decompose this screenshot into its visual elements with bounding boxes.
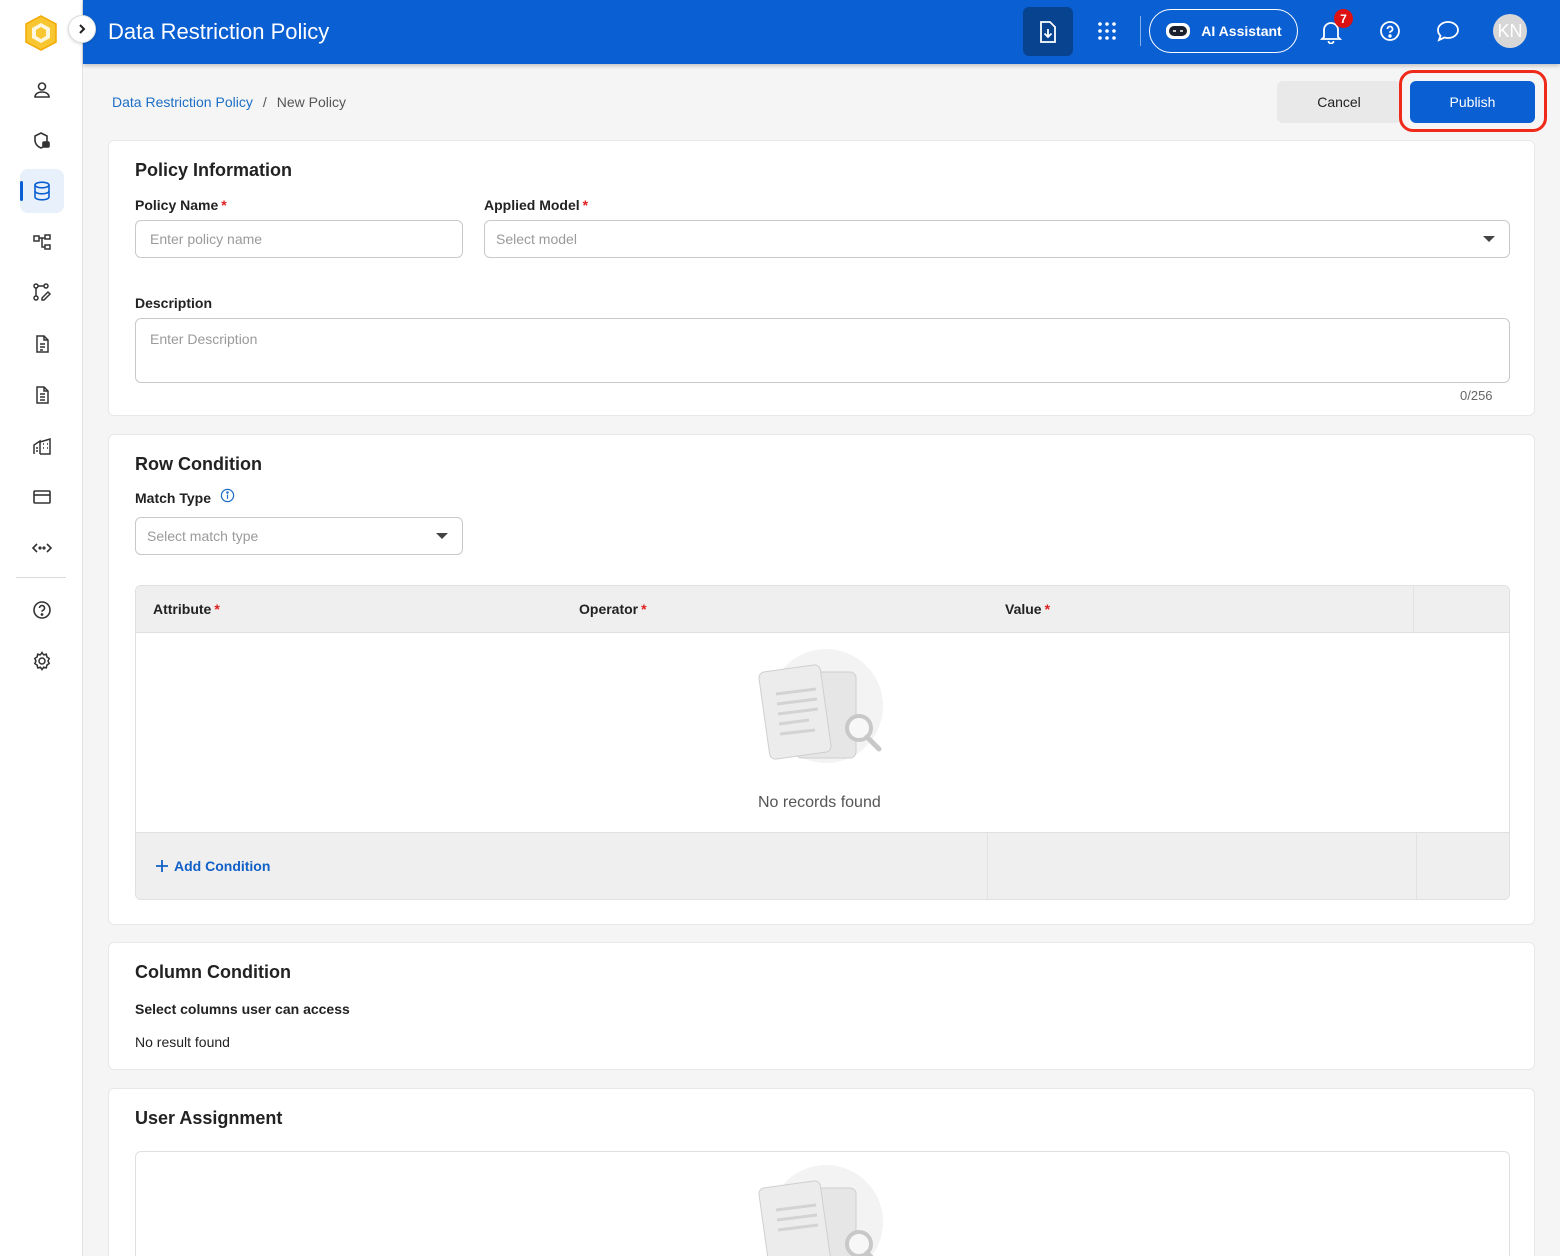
empty-state-text: No records found bbox=[758, 794, 881, 811]
required-mark: * bbox=[221, 197, 227, 213]
grid-dots-icon bbox=[1098, 22, 1116, 40]
row-condition-card: Row Condition Match Type Select match ty… bbox=[108, 434, 1535, 925]
footer-divider bbox=[987, 833, 988, 899]
column-condition-card: Column Condition Select columns user can… bbox=[108, 942, 1535, 1070]
info-icon[interactable] bbox=[220, 488, 235, 503]
dropdown-caret-icon bbox=[1483, 236, 1495, 242]
add-condition-button[interactable]: Add Condition bbox=[156, 858, 270, 874]
notification-badge: 7 bbox=[1334, 9, 1353, 28]
match-type-placeholder: Select match type bbox=[147, 528, 259, 544]
shield-lock-icon bbox=[34, 132, 50, 149]
chat-button[interactable] bbox=[1431, 14, 1465, 48]
help-icon bbox=[33, 601, 51, 619]
empty-state-illustration-icon bbox=[758, 1165, 883, 1256]
breadcrumb-current: New Policy bbox=[276, 94, 346, 110]
sidebar bbox=[0, 0, 83, 1256]
sidebar-item-documents[interactable] bbox=[20, 322, 64, 366]
description-char-counter: 0/256 bbox=[1460, 388, 1493, 403]
settings-icon bbox=[33, 651, 51, 671]
match-type-label: Match Type bbox=[135, 490, 211, 506]
cancel-button[interactable]: Cancel bbox=[1277, 81, 1401, 123]
sidebar-item-data[interactable] bbox=[20, 169, 64, 213]
hierarchy-icon bbox=[33, 234, 51, 250]
applied-model-placeholder: Select model bbox=[496, 231, 577, 247]
policy-name-input[interactable]: Enter policy name bbox=[135, 220, 463, 258]
sidebar-item-billing[interactable] bbox=[20, 475, 64, 519]
column-header-attribute: Attribute * bbox=[153, 601, 220, 617]
policy-name-label: Policy Name * bbox=[135, 197, 227, 213]
applied-model-label: Applied Model * bbox=[484, 197, 589, 213]
file-download-icon bbox=[1040, 20, 1056, 43]
document-list-icon bbox=[36, 386, 49, 404]
breadcrumb-separator: / bbox=[262, 94, 267, 110]
sidebar-item-reports[interactable] bbox=[20, 373, 64, 417]
sidebar-item-organizations[interactable] bbox=[20, 424, 64, 468]
ai-assistant-button[interactable]: AI Assistant bbox=[1149, 9, 1298, 53]
help-button[interactable] bbox=[1373, 14, 1407, 48]
card-icon bbox=[33, 490, 51, 504]
help-circle-icon bbox=[1380, 21, 1400, 41]
chevron-right-icon bbox=[79, 24, 86, 34]
sidebar-item-security[interactable] bbox=[20, 119, 64, 163]
plus-icon bbox=[156, 860, 168, 872]
match-type-select[interactable]: Select match type bbox=[135, 517, 463, 555]
app-logo-icon[interactable] bbox=[24, 14, 58, 52]
user-avatar[interactable]: KN bbox=[1493, 14, 1527, 48]
sidebar-item-api[interactable] bbox=[20, 526, 64, 570]
header-divider bbox=[1413, 586, 1414, 633]
policy-information-card: Policy Information Policy Name * Enter po… bbox=[108, 140, 1535, 416]
sidebar-item-help[interactable] bbox=[20, 588, 64, 632]
workflow-edit-icon bbox=[33, 283, 52, 301]
top-bar: Data Restriction Policy AI Assistant 7 K… bbox=[83, 0, 1560, 64]
apps-grid-button[interactable] bbox=[1090, 14, 1124, 48]
robot-icon bbox=[1166, 23, 1191, 39]
user-assignment-title: User Assignment bbox=[135, 1108, 283, 1128]
table-footer: Add Condition bbox=[136, 832, 1509, 899]
document-icon bbox=[36, 335, 49, 353]
publish-button[interactable]: Publish bbox=[1410, 81, 1535, 123]
required-mark: * bbox=[582, 197, 589, 213]
policy-information-title: Policy Information bbox=[135, 160, 293, 180]
sidebar-expand-button[interactable] bbox=[68, 15, 96, 43]
user-assignment-table bbox=[135, 1151, 1510, 1256]
row-condition-title: Row Condition bbox=[135, 454, 262, 474]
user-icon bbox=[34, 82, 50, 98]
description-label: Description bbox=[135, 295, 213, 311]
footer-divider bbox=[1416, 833, 1417, 899]
chat-bubble-icon bbox=[1437, 21, 1459, 42]
sidebar-item-settings[interactable] bbox=[20, 639, 64, 683]
sidebar-item-workflow[interactable] bbox=[20, 270, 64, 314]
table-header: Attribute * Operator * Value * bbox=[136, 586, 1509, 633]
user-assignment-card: User Assignment bbox=[108, 1088, 1535, 1256]
breadcrumb-parent-link[interactable]: Data Restriction Policy bbox=[112, 94, 253, 110]
add-condition-label: Add Condition bbox=[174, 858, 271, 874]
dropdown-caret-icon bbox=[436, 533, 448, 539]
sidebar-item-users[interactable] bbox=[20, 68, 64, 112]
sidebar-divider bbox=[16, 577, 66, 578]
empty-state-illustration-icon bbox=[758, 649, 883, 763]
breadcrumb: Data Restriction Policy / New Policy bbox=[112, 94, 346, 110]
column-condition-empty-text: No result found bbox=[135, 1034, 230, 1050]
column-condition-title: Column Condition bbox=[135, 962, 291, 982]
database-icon bbox=[34, 181, 50, 201]
column-condition-subtitle: Select columns user can access bbox=[135, 1001, 350, 1017]
topbar-separator bbox=[1140, 16, 1141, 46]
export-button[interactable] bbox=[1023, 7, 1073, 56]
page-title: Data Restriction Policy bbox=[108, 19, 330, 44]
buildings-icon bbox=[33, 437, 51, 455]
applied-model-select[interactable]: Select model bbox=[484, 220, 1510, 258]
sidebar-item-hierarchy[interactable] bbox=[20, 220, 64, 264]
code-arrows-icon bbox=[31, 543, 53, 553]
description-textarea[interactable]: Enter Description bbox=[135, 318, 1510, 383]
column-header-operator: Operator * bbox=[579, 601, 647, 617]
ai-assistant-label: AI Assistant bbox=[1201, 23, 1282, 39]
row-condition-table: Attribute * Operator * Value * No records f… bbox=[135, 585, 1510, 900]
column-header-value: Value * bbox=[1005, 601, 1051, 617]
